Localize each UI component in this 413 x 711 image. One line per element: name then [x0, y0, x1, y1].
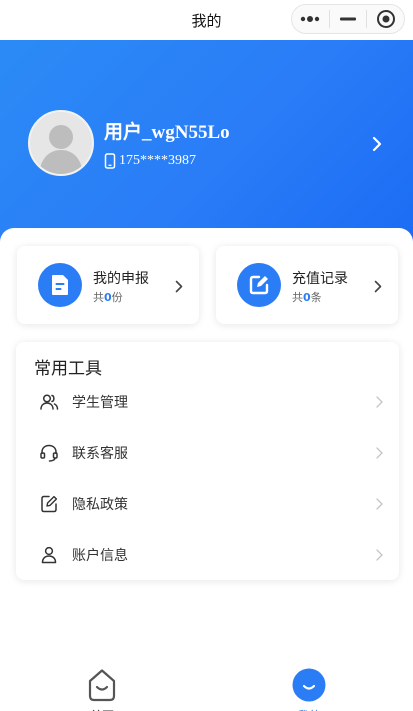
mini-program-capsule [291, 4, 405, 34]
section-title: 常用工具 [34, 359, 102, 379]
profile-detail-arrow[interactable] [371, 136, 383, 156]
card-subtitle: 共0条 [292, 291, 322, 304]
users-icon [40, 394, 59, 410]
headset-icon [40, 444, 58, 462]
card-arrow [175, 278, 183, 297]
common-tools-panel: 常用工具 学生管理 联系客服 隐私政策 账户信息 [16, 342, 399, 580]
edit-square-icon [237, 263, 281, 307]
minimize-button[interactable] [330, 5, 367, 33]
edit-doc-icon [41, 495, 58, 513]
minimize-icon [340, 17, 356, 21]
tab-label: 我的 [264, 707, 354, 711]
card-subtitle: 共0份 [93, 291, 123, 304]
tool-item-student-management[interactable]: 学生管理 [16, 382, 399, 422]
chevron-right-icon [376, 396, 383, 408]
user-phone: 175****3987 [119, 153, 196, 168]
phone-icon [104, 153, 116, 169]
target-circle-icon [376, 10, 395, 28]
document-icon [38, 263, 82, 307]
tool-label: 隐私政策 [72, 497, 128, 513]
home-icon [88, 669, 116, 702]
chevron-right-icon [374, 280, 382, 293]
card-title: 充值记录 [292, 271, 348, 287]
tool-item-account-info[interactable]: 账户信息 [16, 535, 399, 575]
tool-label: 联系客服 [72, 446, 128, 462]
user-phone-row: 175****3987 [104, 152, 196, 170]
chevron-right-icon [376, 447, 383, 459]
tool-label: 学生管理 [72, 395, 128, 411]
recharge-count: 0 [303, 291, 311, 304]
tool-item-customer-service[interactable]: 联系客服 [16, 433, 399, 473]
close-miniprogram-button[interactable] [367, 5, 404, 33]
chevron-right-icon [175, 280, 183, 293]
tab-bar: 首页 我的 [0, 661, 413, 711]
tab-home[interactable]: 首页 [57, 667, 147, 711]
profile-smile-icon [292, 668, 326, 702]
tab-profile[interactable]: 我的 [264, 667, 354, 711]
user-icon [41, 546, 57, 564]
tool-item-privacy-policy[interactable]: 隐私政策 [16, 484, 399, 524]
my-declarations-card[interactable]: 我的申报 共0份 [17, 246, 199, 324]
chevron-right-icon [372, 136, 382, 152]
chevron-right-icon [376, 498, 383, 510]
declaration-count: 0 [104, 291, 112, 304]
user-name: 用户_wgN55Lo [104, 122, 230, 143]
tool-label: 账户信息 [72, 548, 128, 564]
tab-label: 首页 [57, 707, 147, 711]
card-title: 我的申报 [93, 271, 149, 287]
more-dots-icon [301, 16, 320, 22]
recharge-records-card[interactable]: 充值记录 共0条 [216, 246, 398, 324]
chevron-right-icon [376, 549, 383, 561]
more-options-button[interactable] [292, 5, 329, 33]
card-arrow [374, 278, 382, 297]
navigation-bar: 我的 [0, 0, 413, 40]
avatar[interactable] [28, 110, 94, 176]
